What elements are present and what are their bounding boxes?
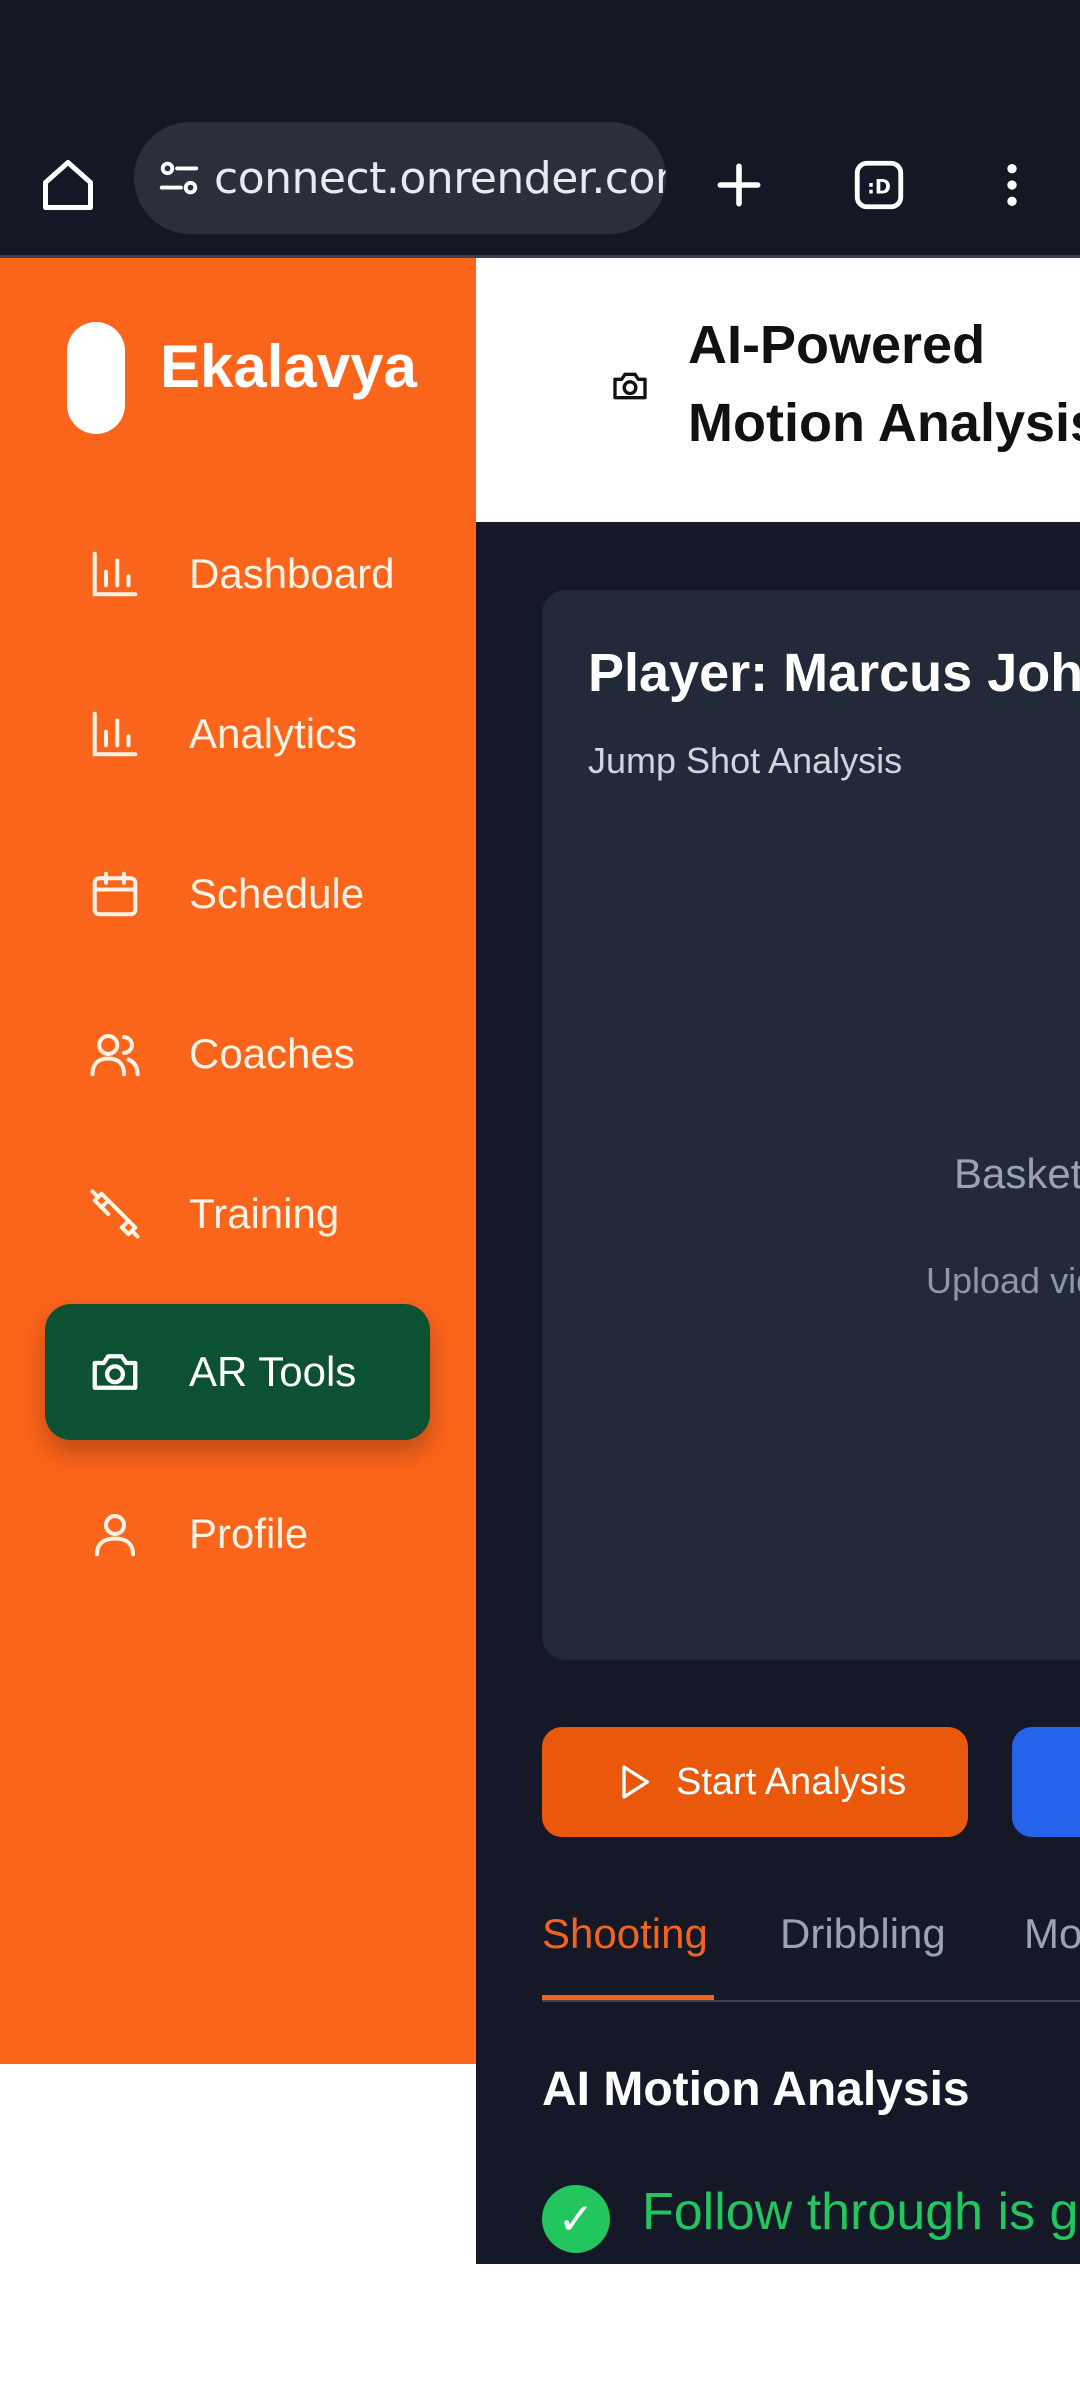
main-content: Player: Marcus Johnson Jump Shot Analysi… xyxy=(476,522,1080,2264)
more-options-icon[interactable] xyxy=(980,153,1044,217)
brand-name: Ekalavya xyxy=(160,333,417,400)
start-analysis-button[interactable]: Start Analysis xyxy=(542,1727,968,1837)
sidebar-item-profile[interactable]: Profile xyxy=(45,1466,430,1602)
browser-toolbar: connect.onrender.com :D xyxy=(0,115,1080,255)
page-header: AI-Powered Motion Analysis xyxy=(476,258,1080,522)
play-icon xyxy=(612,1760,656,1804)
sidebar-item-ar-tools[interactable]: AR Tools xyxy=(45,1304,430,1440)
sidebar-item-label: Coaches xyxy=(189,1030,355,1077)
svg-text::D: :D xyxy=(867,175,891,198)
status-bar xyxy=(0,0,1080,115)
sidebar-item-analytics[interactable]: Analytics xyxy=(45,666,430,802)
users-icon xyxy=(85,1024,145,1084)
upload-video-link[interactable]: Upload video xyxy=(926,1260,1080,1302)
camera-icon xyxy=(610,366,650,406)
home-icon[interactable] xyxy=(36,153,100,217)
sidebar-item-label: Schedule xyxy=(189,870,365,917)
sidebar-item-label: Analytics xyxy=(189,710,358,757)
logo-icon xyxy=(67,322,125,434)
bar-chart-icon xyxy=(85,704,145,764)
tab-dribbling[interactable]: Dribbling xyxy=(780,1910,946,1958)
sidebar-item-label: Profile xyxy=(189,1510,309,1557)
start-analysis-label: Start Analysis xyxy=(676,1760,907,1803)
feedback-text: Follow through is good xyxy=(642,2183,1080,2241)
tab-shooting[interactable]: Shooting xyxy=(542,1910,708,1958)
check-circle-icon: ✓ xyxy=(542,2185,610,2253)
bar-chart-icon xyxy=(85,544,145,604)
video-card: Player: Marcus Johnson Jump Shot Analysi… xyxy=(542,590,1080,1660)
address-bar[interactable]: connect.onrender.com xyxy=(134,122,666,234)
url-text: connect.onrender.com xyxy=(214,152,666,204)
sidebar-item-coaches[interactable]: Coaches xyxy=(45,986,430,1122)
video-placeholder-title: Basketball xyxy=(954,1150,1080,1197)
bottom-area xyxy=(0,2264,1080,2400)
calendar-icon xyxy=(85,864,145,924)
user-icon xyxy=(85,1504,145,1564)
new-tab-icon[interactable] xyxy=(707,153,771,217)
secondary-action-button[interactable] xyxy=(1012,1727,1080,1837)
sidebar-item-dashboard[interactable]: Dashboard xyxy=(45,506,430,642)
sidebar-item-label: Training xyxy=(189,1190,340,1237)
page-title: AI-Powered Motion Analysis xyxy=(688,306,1080,462)
player-name: Player: Marcus Johnson xyxy=(588,643,1080,703)
site-settings-icon[interactable] xyxy=(154,153,204,203)
sidebar: Ekalavya Dashboard Analytics Schedule Co… xyxy=(0,258,476,2064)
tab-switcher-icon[interactable]: :D xyxy=(847,153,911,217)
page-title-line-1: AI-Powered xyxy=(688,315,986,375)
sidebar-item-training[interactable]: Training xyxy=(45,1146,430,1282)
tab-movement[interactable]: Movement xyxy=(1024,1910,1080,1958)
page-title-line-2: Motion Analysis xyxy=(688,393,1080,453)
section-title: AI Motion Analysis xyxy=(542,2063,970,2116)
tab-divider xyxy=(542,2000,1080,2002)
camera-icon xyxy=(85,1342,145,1402)
shot-type: Jump Shot Analysis xyxy=(588,740,903,781)
sidebar-item-label: Dashboard xyxy=(189,550,395,597)
sidebar-item-schedule[interactable]: Schedule xyxy=(45,826,430,962)
dumbbell-icon xyxy=(85,1184,145,1244)
sidebar-item-label: AR Tools xyxy=(189,1348,357,1395)
